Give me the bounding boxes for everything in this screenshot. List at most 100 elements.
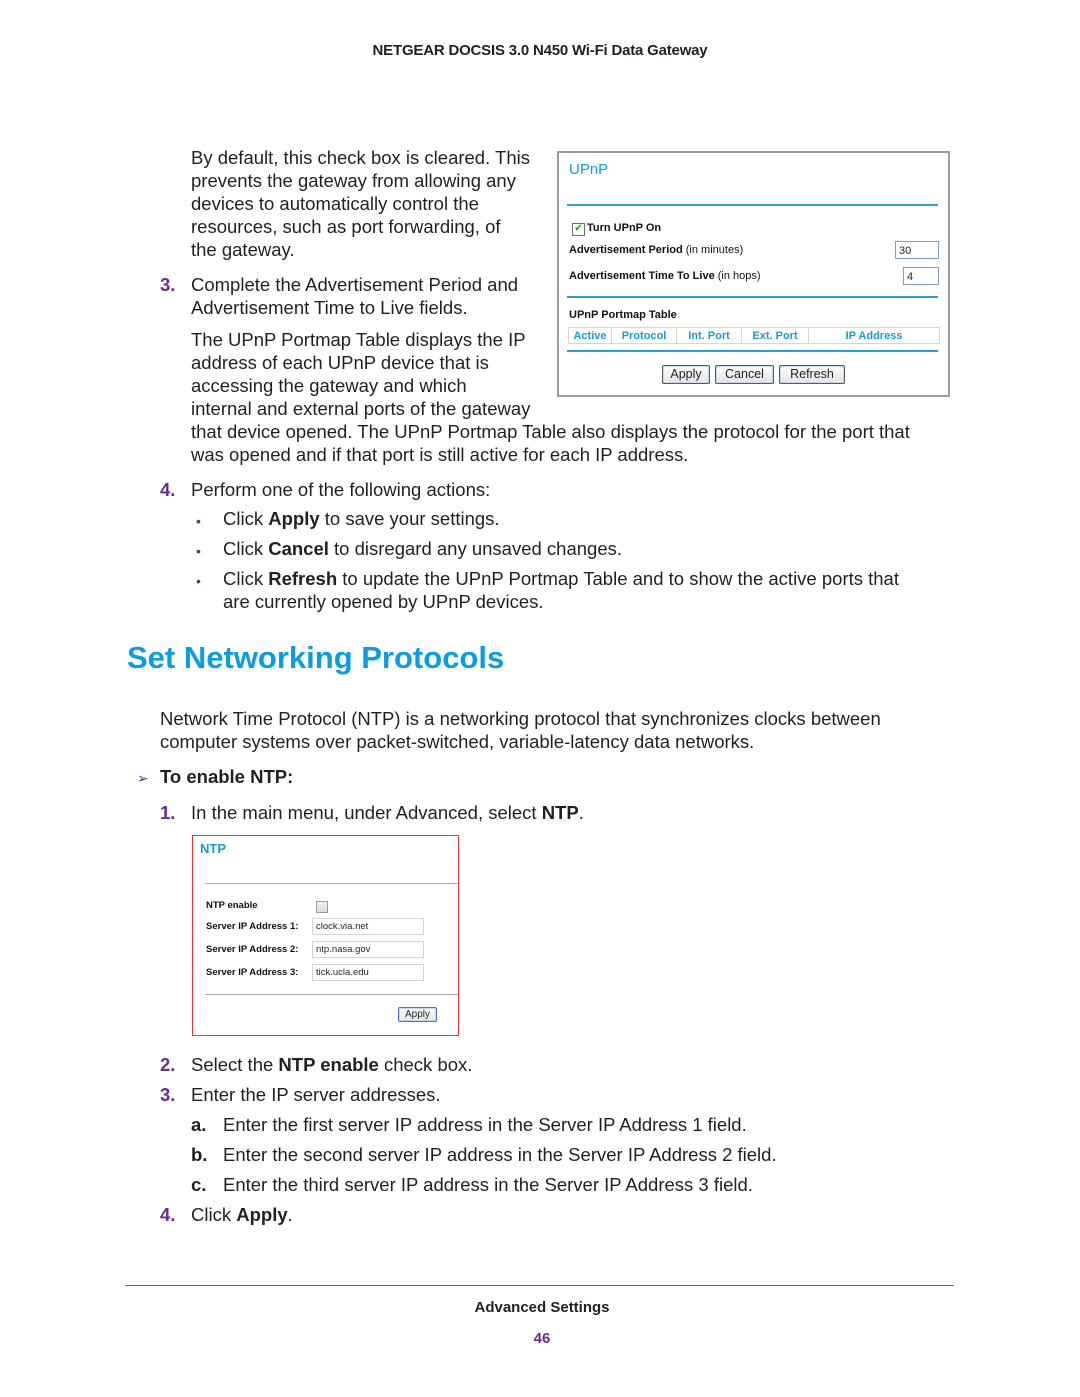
- list-item: • Click Refresh to update the UPnP Portm…: [196, 567, 956, 613]
- ntp-step-2: 2. Select the NTP enable check box.: [160, 1053, 960, 1083]
- column-header: Active: [569, 328, 612, 343]
- unit-text: (in hops): [717, 270, 761, 282]
- apply-button[interactable]: Apply: [662, 365, 710, 384]
- text-line: the gateway.: [191, 239, 295, 260]
- section-heading: Set Networking Protocols: [127, 640, 505, 675]
- text: check box.: [378, 1054, 473, 1075]
- list-item: • Click Apply to save your settings.: [196, 507, 956, 537]
- text: In the main menu, under Advanced, select: [191, 802, 542, 823]
- footer-section-title: Advanced Settings: [474, 1299, 610, 1316]
- bold-text: NTP enable: [278, 1054, 379, 1075]
- text-line: computer systems over packet-switched, v…: [160, 731, 755, 752]
- action-bullet-list: • Click Apply to save your settings. • C…: [196, 507, 956, 613]
- portmap-table-title: UPnP Portmap Table: [569, 309, 677, 321]
- step-number: 3.: [160, 1084, 176, 1105]
- page-number: 46: [533, 1330, 551, 1347]
- column-header: Ext. Port: [742, 328, 809, 343]
- text: Enter the IP server addresses.: [191, 1084, 441, 1105]
- unit-text: (in minutes): [685, 244, 744, 256]
- substep-a: a. Enter the first server IP address in …: [160, 1113, 960, 1143]
- checkmark-icon: ✔: [574, 223, 583, 234]
- text: Click: [223, 538, 269, 559]
- portmap-table: Active Protocol Int. Port Ext. Port IP A…: [568, 327, 940, 344]
- ntp-apply-button[interactable]: Apply: [398, 1007, 437, 1022]
- text: Click: [223, 568, 269, 589]
- divider: [567, 296, 938, 298]
- adv-period-input[interactable]: 30: [895, 241, 939, 259]
- server-2-label: Server IP Address 2:: [206, 944, 299, 955]
- bold-text: Apply: [236, 1204, 288, 1225]
- substep-letter: a.: [191, 1114, 207, 1135]
- divider: [205, 883, 458, 884]
- server-1-input[interactable]: clock.via.net: [312, 918, 424, 935]
- adv-ttl-label: Advertisement Time To Live (in hops): [569, 270, 761, 282]
- ntp-step-1: 1. In the main menu, under Advanced, sel…: [160, 801, 960, 824]
- step-4: 4. Perform one of the following actions:: [160, 478, 960, 501]
- substep-c: c. Enter the third server IP address in …: [160, 1173, 960, 1203]
- text-line: prevents the gateway from allowing any: [191, 170, 516, 191]
- running-header: NETGEAR DOCSIS 3.0 N450 Wi-Fi Data Gatew…: [372, 42, 708, 59]
- substep-letter: c.: [191, 1174, 207, 1195]
- turn-upnp-on-checkbox[interactable]: ✔: [572, 223, 585, 236]
- column-header: Int. Port: [677, 328, 742, 343]
- ntp-title: NTP: [200, 841, 226, 856]
- adv-ttl-input[interactable]: 4: [903, 267, 939, 285]
- ntp-step-4: 4. Click Apply.: [160, 1203, 960, 1233]
- text-line: resources, such as port forwarding, of: [191, 216, 501, 237]
- procedure-heading: ➢ To enable NTP:: [137, 765, 293, 788]
- text: Select the: [191, 1054, 279, 1075]
- step-number: 2.: [160, 1054, 176, 1075]
- bullet-icon: •: [196, 573, 201, 589]
- text-line: devices to automatically control the: [191, 193, 479, 214]
- text-line: Network Time Protocol (NTP) is a network…: [160, 708, 881, 729]
- bullet-icon: •: [196, 543, 201, 559]
- text-line: that device opened. The UPnP Portmap Tab…: [191, 421, 910, 442]
- step-text: Perform one of the following actions:: [191, 479, 491, 500]
- bold-text: Cancel: [268, 538, 329, 559]
- ntp-enable-label: NTP enable: [206, 900, 258, 911]
- text: to disregard any unsaved changes.: [328, 538, 623, 559]
- text-line: By default, this check box is cleared. T…: [191, 147, 530, 168]
- adv-period-label: Advertisement Period (in minutes): [569, 244, 743, 256]
- text: .: [578, 802, 584, 823]
- text-line: internal and external ports of the gatew…: [191, 398, 531, 419]
- intro-paragraph: By default, this check box is cleared. T…: [191, 146, 530, 261]
- footer-divider: [125, 1285, 954, 1286]
- server-2-input[interactable]: ntp.nasa.gov: [312, 941, 424, 958]
- ntp-steps: 2. Select the NTP enable check box. 3. E…: [160, 1053, 960, 1233]
- label-text: Advertisement Time To Live: [569, 270, 715, 282]
- server-1-label: Server IP Address 1:: [206, 921, 299, 932]
- arrow-icon: ➢: [137, 770, 149, 786]
- column-header: IP Address: [845, 329, 903, 342]
- server-3-label: Server IP Address 3:: [206, 967, 299, 978]
- bold-text: Refresh: [268, 568, 338, 589]
- divider: [567, 350, 938, 352]
- bullet-icon: •: [196, 513, 201, 529]
- text: Enter the first server IP address in the…: [223, 1114, 747, 1135]
- cancel-button[interactable]: Cancel: [715, 365, 774, 384]
- ntp-enable-checkbox[interactable]: [316, 901, 328, 913]
- text: Click: [223, 508, 269, 529]
- server-3-input[interactable]: tick.ucla.edu: [312, 964, 424, 981]
- text: Enter the second server IP address in th…: [223, 1144, 777, 1165]
- turn-upnp-on-label: Turn UPnP On: [587, 222, 662, 234]
- table-header-row: Active Protocol Int. Port Ext. Port IP A…: [569, 328, 939, 343]
- text: to save your settings.: [319, 508, 500, 529]
- ntp-step-3: 3. Enter the IP server addresses.: [160, 1083, 960, 1113]
- step-number: 4.: [160, 479, 176, 500]
- text-line: are currently opened by UPnP devices.: [223, 591, 544, 612]
- text: .: [287, 1204, 293, 1225]
- bold-text: Apply: [268, 508, 320, 529]
- substep-b: b. Enter the second server IP address in…: [160, 1143, 960, 1173]
- upnp-panel: UPnP ✔ Turn UPnP On Advertisement Period…: [557, 151, 950, 397]
- ntp-description: Network Time Protocol (NTP) is a network…: [160, 707, 960, 753]
- label-text: Advertisement Period: [569, 244, 683, 256]
- bold-text: NTP: [541, 802, 579, 823]
- divider: [567, 204, 938, 206]
- column-header: Protocol: [612, 328, 677, 343]
- step-number: 4.: [160, 1204, 176, 1225]
- text: to update the UPnP Portmap Table and to …: [337, 568, 899, 589]
- refresh-button[interactable]: Refresh: [779, 365, 845, 384]
- list-item: • Click Cancel to disregard any unsaved …: [196, 537, 956, 567]
- text: Click: [191, 1204, 237, 1225]
